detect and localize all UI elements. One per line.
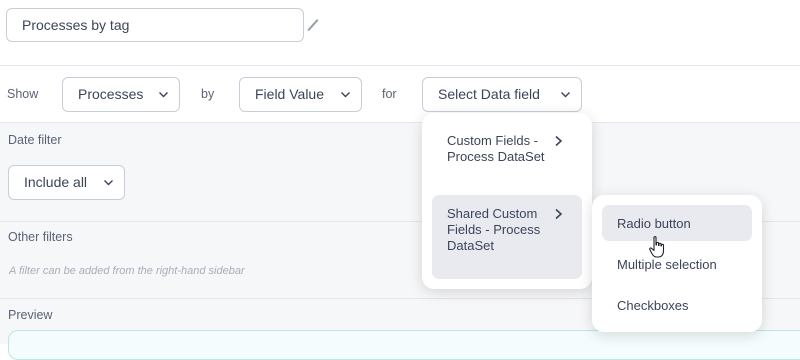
by-select[interactable]: Field Value	[239, 77, 362, 112]
submenu-item-checkboxes[interactable]: Checkboxes	[617, 298, 689, 314]
hand-cursor-icon	[649, 236, 665, 258]
submenu-item-radio-button[interactable]: Radio button	[617, 216, 691, 232]
date-filter-label: Date filter	[8, 133, 62, 147]
chevron-down-icon	[159, 92, 168, 98]
date-filter-select[interactable]: Include all	[8, 165, 125, 200]
menu-item-shared-custom-fields[interactable]: Shared Custom Fields - Process DataSet	[447, 206, 547, 254]
show-select[interactable]: Processes	[62, 77, 180, 112]
by-select-value: Field Value	[255, 86, 325, 102]
divider	[0, 65, 800, 66]
divider	[0, 122, 800, 123]
chevron-right-icon	[555, 135, 563, 147]
show-select-value: Processes	[78, 86, 144, 102]
data-field-select[interactable]: Select Data field	[422, 77, 582, 112]
data-field-select-value: Select Data field	[438, 86, 540, 102]
preview-panel	[8, 330, 800, 360]
chevron-down-icon	[341, 92, 350, 98]
pencil-icon[interactable]	[306, 16, 320, 32]
other-filters-label: Other filters	[8, 230, 73, 244]
field-type-submenu: Radio button Multiple selection Checkbox…	[592, 195, 762, 332]
preview-label: Preview	[8, 308, 53, 322]
chevron-down-icon	[104, 180, 113, 186]
other-filters-hint: A filter can be added from the right-han…	[9, 265, 245, 277]
by-label: by	[201, 87, 215, 101]
for-label: for	[382, 87, 397, 101]
menu-item-custom-fields[interactable]: Custom Fields - Process DataSet	[447, 133, 547, 165]
chevron-down-icon	[561, 92, 570, 98]
date-filter-select-value: Include all	[24, 174, 88, 190]
chevron-right-icon	[555, 208, 563, 220]
submenu-item-multiple-selection[interactable]: Multiple selection	[617, 257, 717, 273]
data-field-menu: Custom Fields - Process DataSet Shared C…	[422, 113, 592, 289]
show-label: Show	[7, 87, 39, 101]
report-title-input[interactable]: Processes by tag	[6, 8, 304, 42]
